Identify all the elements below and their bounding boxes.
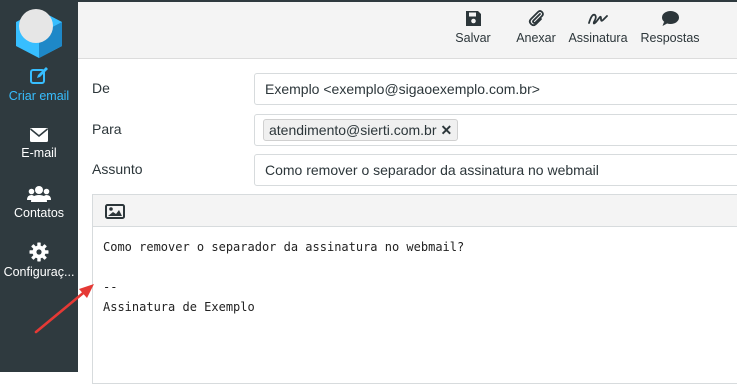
sidebar-item-settings[interactable]: Configuraç... xyxy=(0,242,78,279)
signature-separator: -- xyxy=(103,280,118,294)
recipient-chip[interactable]: atendimento@sierti.com.br ✕ xyxy=(263,119,459,141)
remove-recipient-icon[interactable]: ✕ xyxy=(441,122,453,138)
editor-content[interactable]: Como remover o separador da assinatura n… xyxy=(103,237,464,317)
recipient-address: atendimento@sierti.com.br xyxy=(269,122,437,138)
signature-label: Assinatura xyxy=(568,31,628,45)
sidebar-item-label: E-mail xyxy=(21,146,57,160)
sidebar-item-email[interactable]: E-mail xyxy=(0,127,78,160)
subject-label: Assunto xyxy=(92,161,143,177)
signature-button[interactable]: Assinatura xyxy=(567,10,629,45)
body-text-line: Como remover o separador da assinatura n… xyxy=(103,240,465,254)
from-label: De xyxy=(92,80,110,96)
to-field[interactable]: atendimento@sierti.com.br ✕ xyxy=(254,114,737,146)
subject-field[interactable]: Como remover o separador da assinatura n… xyxy=(254,154,737,186)
gear-icon xyxy=(29,242,49,262)
attach-button[interactable]: Anexar xyxy=(512,10,560,45)
annotation-arrow xyxy=(34,284,94,334)
logo-icon xyxy=(16,9,62,58)
attach-label: Anexar xyxy=(516,31,556,45)
users-icon xyxy=(27,186,51,202)
responses-label: Respostas xyxy=(640,31,700,45)
sidebar-item-label: Configuraç... xyxy=(3,265,75,279)
sidebar-item-label: Criar email xyxy=(8,89,70,103)
sidebar-item-compose[interactable]: Criar email xyxy=(0,66,78,103)
save-button[interactable]: Salvar xyxy=(451,10,495,45)
signature-text: Assinatura de Exemplo xyxy=(103,300,255,314)
editor-toolbar xyxy=(93,195,737,227)
from-field[interactable]: Exemplo <exemplo@sigaoexemplo.com.br> xyxy=(254,73,737,105)
compose-icon xyxy=(30,67,48,84)
to-label: Para xyxy=(92,121,122,137)
responses-button[interactable]: Respostas xyxy=(639,10,701,45)
save-label: Salvar xyxy=(455,31,491,45)
compose-toolbar: Salvar Anexar Assinatura Respostas xyxy=(78,0,737,59)
comment-icon xyxy=(661,11,679,26)
sidebar-item-contacts[interactable]: Contatos xyxy=(0,185,78,220)
envelope-icon xyxy=(29,128,49,142)
save-icon xyxy=(465,11,481,26)
paperclip-icon xyxy=(528,10,544,27)
message-editor[interactable]: Como remover o separador da assinatura n… xyxy=(92,194,737,384)
signature-icon xyxy=(588,13,608,25)
sidebar-item-label: Contatos xyxy=(13,206,65,220)
image-icon[interactable] xyxy=(105,204,125,219)
